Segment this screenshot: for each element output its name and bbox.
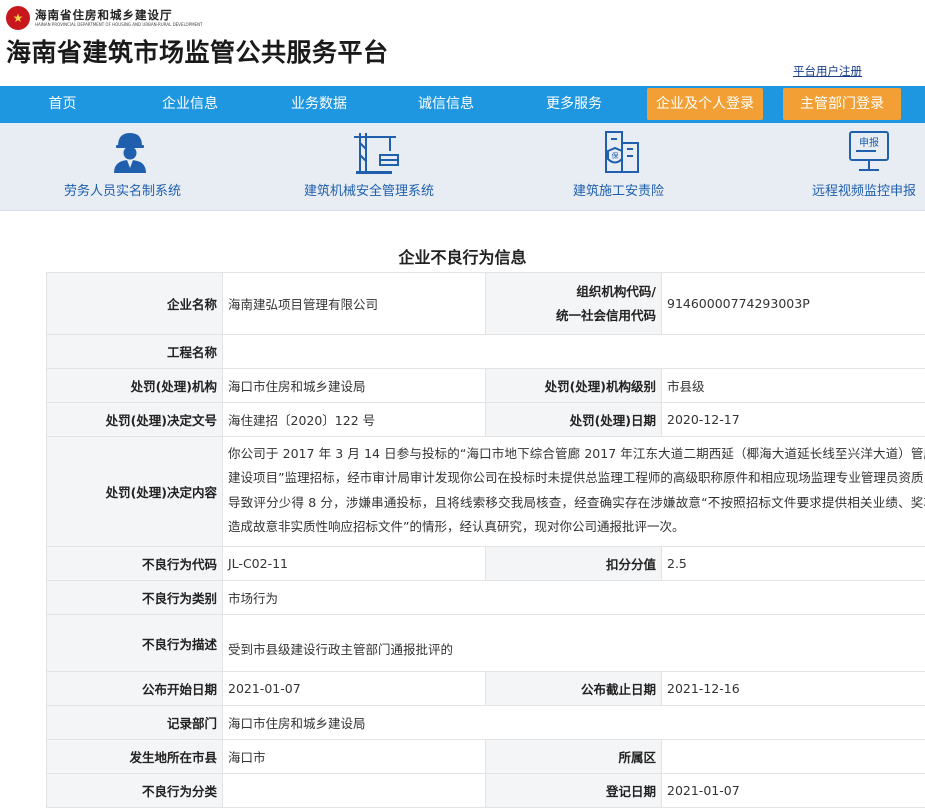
behavior-category-value: 市场行为 xyxy=(223,581,925,615)
publish-start-label: 公布开始日期 xyxy=(47,672,223,706)
penalty-org-label: 处罚(处理)机构 xyxy=(47,369,223,403)
org-code-label-line2: 统一社会信用代码 xyxy=(490,304,656,328)
behavior-category-label: 不良行为类别 xyxy=(47,581,223,615)
system-links-bar: 劳务人员实名制系统 建筑机械安全管理系统 xyxy=(0,123,925,211)
table-row: 记录部门 海口市住房和城乡建设局 xyxy=(47,706,925,740)
department-name: 海南省住房和城乡建设厅 xyxy=(35,8,203,22)
district-label: 所属区 xyxy=(486,740,662,774)
emblem-icon: ★ xyxy=(6,6,30,30)
penalty-org-level-value: 市县级 xyxy=(662,369,925,403)
admin-login-button[interactable]: 主管部门登录 xyxy=(783,88,901,120)
system-label: 建筑机械安全管理系统 xyxy=(304,180,434,199)
publish-end-label: 公布截止日期 xyxy=(486,672,662,706)
table-row: 企业名称 海南建弘项目管理有限公司 组织机构代码/ 统一社会信用代码 91460… xyxy=(47,273,925,335)
publish-end-value: 2021-12-16 xyxy=(662,672,925,706)
register-link[interactable]: 平台用户注册 xyxy=(793,63,862,79)
penalty-date-value: 2020-12-17 xyxy=(662,403,925,437)
system-construction-insurance[interactable]: 保 建筑施工安责险 xyxy=(570,123,690,211)
system-label: 劳务人员实名制系统 xyxy=(64,180,181,199)
nav-more-services[interactable]: 更多服务 xyxy=(509,86,639,123)
system-worker-realname[interactable]: 劳务人员实名制系统 xyxy=(60,123,200,211)
system-label: 建筑施工安责险 xyxy=(573,180,664,199)
behavior-desc-label: 不良行为描述 xyxy=(47,615,223,672)
district-value xyxy=(662,740,925,774)
org-code-label-line1: 组织机构代码/ xyxy=(490,280,656,304)
system-label: 远程视频监控申报 xyxy=(812,180,916,199)
org-code-label: 组织机构代码/ 统一社会信用代码 xyxy=(486,273,662,335)
crane-icon xyxy=(350,129,402,175)
city-value: 海口市 xyxy=(223,740,486,774)
penalty-date-label: 处罚(处理)日期 xyxy=(486,403,662,437)
bad-behavior-detail-table: 企业名称 海南建弘项目管理有限公司 组织机构代码/ 统一社会信用代码 91460… xyxy=(46,272,925,808)
org-code-value: 91460000774293003P xyxy=(662,273,925,335)
table-row: 不良行为描述 受到市县级建设行政主管部门通报批评的 xyxy=(47,615,925,672)
penalty-org-level-label: 处罚(处理)机构级别 xyxy=(486,369,662,403)
svg-text:申报: 申报 xyxy=(859,136,879,149)
record-dept-value: 海口市住房和城乡建设局 xyxy=(223,706,925,740)
project-name-value xyxy=(223,335,925,369)
table-row: 处罚(处理)机构 海口市住房和城乡建设局 处罚(处理)机构级别 市县级 xyxy=(47,369,925,403)
system-video-monitor[interactable]: 申报 远程视频监控申报 xyxy=(812,123,925,211)
table-row: 不良行为代码 JL-C02-11 扣分分值 2.5 xyxy=(47,547,925,581)
table-row: 不良行为类别 市场行为 xyxy=(47,581,925,615)
behavior-code-label: 不良行为代码 xyxy=(47,547,223,581)
decision-no-value: 海住建招〔2020〕122 号 xyxy=(223,403,486,437)
company-login-button[interactable]: 企业及个人登录 xyxy=(647,88,763,120)
city-label: 发生地所在市县 xyxy=(47,740,223,774)
register-date-value: 2021-01-07 xyxy=(662,774,925,808)
company-name-label: 企业名称 xyxy=(47,273,223,335)
company-name-value: 海南建弘项目管理有限公司 xyxy=(223,273,486,335)
penalty-org-value: 海口市住房和城乡建设局 xyxy=(223,369,486,403)
nav-business-data[interactable]: 业务数据 xyxy=(255,86,383,123)
register-date-label: 登记日期 xyxy=(486,774,662,808)
project-name-label: 工程名称 xyxy=(47,335,223,369)
behavior-class-label: 不良行为分类 xyxy=(47,774,223,808)
table-row: 不良行为分类 登记日期 2021-01-07 xyxy=(47,774,925,808)
monitor-report-icon: 申报 xyxy=(846,129,892,175)
site-header: ★ 海南省住房和城乡建设厅 HAINAN PROVINCIAL DEPARTME… xyxy=(0,0,925,86)
decision-no-label: 处罚(处理)决定文号 xyxy=(47,403,223,437)
table-row: 公布开始日期 2021-01-07 公布截止日期 2021-12-16 xyxy=(47,672,925,706)
page-heading: 企业不良行为信息 xyxy=(0,244,925,268)
deduct-score-label: 扣分分值 xyxy=(486,547,662,581)
main-nav: 首页 企业信息 业务数据 诚信信息 更多服务 企业及个人登录 主管部门登录 xyxy=(0,86,925,123)
table-row: 处罚(处理)决定文号 海住建招〔2020〕122 号 处罚(处理)日期 2020… xyxy=(47,403,925,437)
system-machinery-safety[interactable]: 建筑机械安全管理系统 xyxy=(300,123,460,211)
department-name-en: HAINAN PROVINCIAL DEPARTMENT OF HOUSING … xyxy=(35,22,203,28)
behavior-code-value: JL-C02-11 xyxy=(223,547,486,581)
table-row: 发生地所在市县 海口市 所属区 xyxy=(47,740,925,774)
site-title: 海南省建筑市场监管公共服务平台 xyxy=(6,36,389,70)
deduct-score-value: 2.5 xyxy=(662,547,925,581)
nav-company-info[interactable]: 企业信息 xyxy=(125,86,255,123)
worker-icon xyxy=(108,129,152,175)
insurance-building-icon: 保 xyxy=(598,129,646,175)
record-dept-label: 记录部门 xyxy=(47,706,223,740)
nav-home[interactable]: 首页 xyxy=(0,86,125,123)
department-logo[interactable]: ★ 海南省住房和城乡建设厅 HAINAN PROVINCIAL DEPARTME… xyxy=(6,6,203,30)
svg-text:保: 保 xyxy=(612,151,619,160)
decision-content-label: 处罚(处理)决定内容 xyxy=(47,437,223,547)
nav-credit-info[interactable]: 诚信信息 xyxy=(383,86,509,123)
behavior-class-value xyxy=(223,774,486,808)
behavior-desc-value: 受到市县级建设行政主管部门通报批评的 xyxy=(223,615,925,672)
decision-content-value: 你公司于 2017 年 3 月 14 日参与投标的“海口市地下综合管廊 2017… xyxy=(223,437,925,547)
table-row: 工程名称 xyxy=(47,335,925,369)
table-row: 处罚(处理)决定内容 你公司于 2017 年 3 月 14 日参与投标的“海口市… xyxy=(47,437,925,547)
publish-start-value: 2021-01-07 xyxy=(223,672,486,706)
